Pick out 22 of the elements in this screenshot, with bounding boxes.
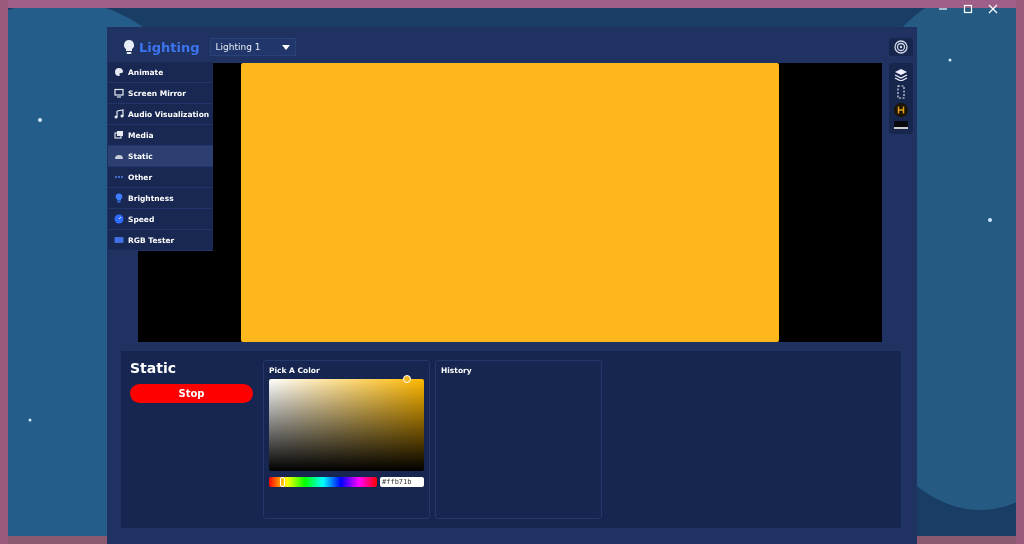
palette-icon bbox=[114, 67, 124, 77]
maximize-icon[interactable] bbox=[963, 4, 973, 14]
caret-icon bbox=[281, 44, 290, 50]
hue-thumb[interactable] bbox=[279, 477, 285, 487]
keyboard-icon bbox=[114, 235, 124, 245]
keyboard-icon[interactable] bbox=[894, 121, 909, 129]
music-icon bbox=[114, 109, 124, 119]
page-title: Lighting bbox=[139, 39, 200, 55]
effect-title: Static bbox=[130, 360, 177, 376]
lightbulb-icon bbox=[123, 39, 135, 55]
color-thumb[interactable] bbox=[402, 375, 411, 383]
layers-icon[interactable] bbox=[894, 68, 909, 81]
close-icon[interactable] bbox=[988, 4, 998, 14]
bulb-icon bbox=[114, 193, 124, 203]
spiral-button[interactable] bbox=[889, 38, 913, 56]
speed-icon bbox=[114, 214, 124, 224]
media-icon bbox=[114, 130, 124, 140]
stop-button[interactable]: Stop bbox=[130, 384, 253, 403]
monitor-icon bbox=[114, 88, 124, 98]
h-logo-icon[interactable] bbox=[894, 103, 909, 117]
device-dropdown[interactable]: Lighting 1 bbox=[209, 38, 296, 56]
hue-slider[interactable] bbox=[269, 477, 377, 487]
